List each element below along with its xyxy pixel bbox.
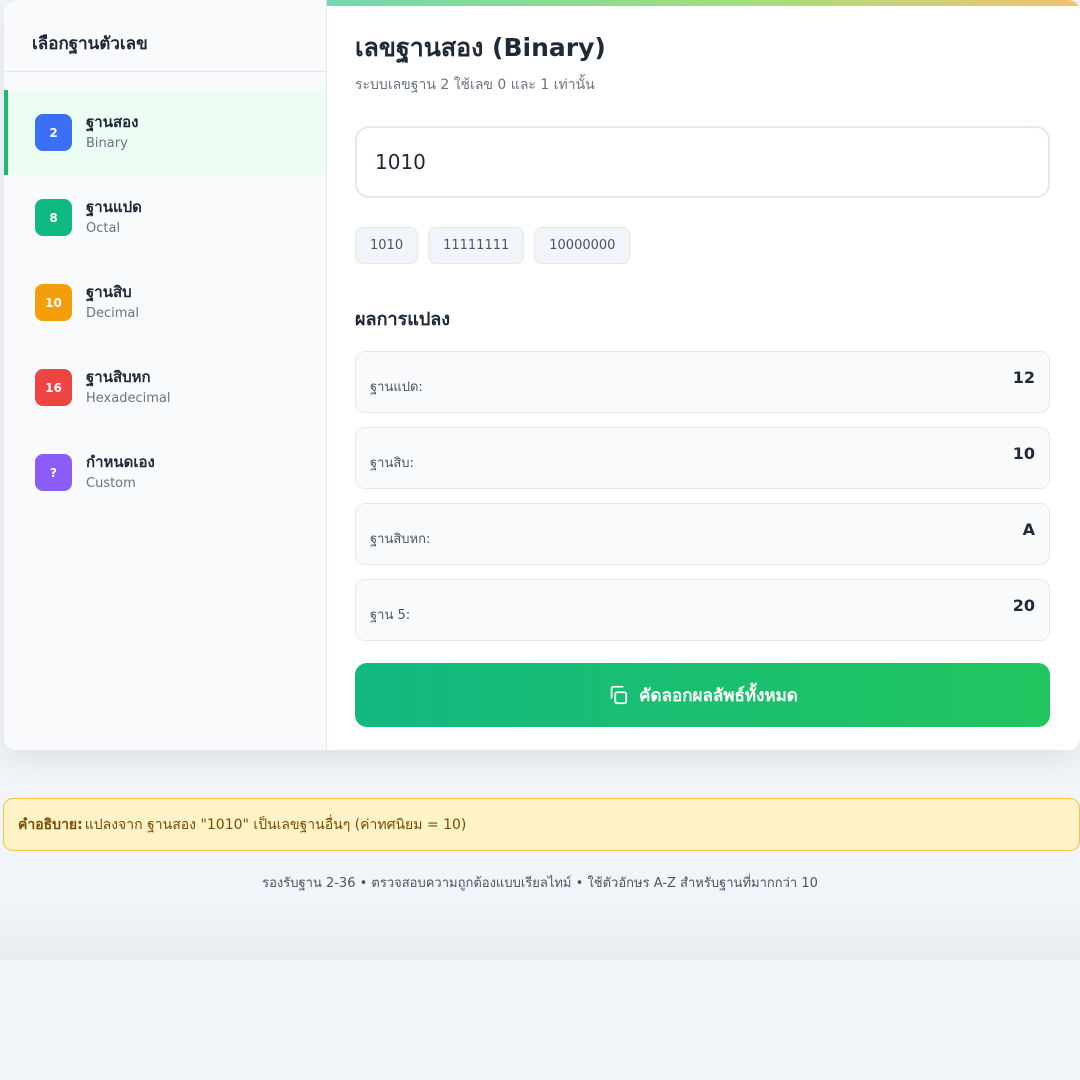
page-title: เลขฐานสอง (Binary) [355,33,606,62]
result-value: 20 [1012,596,1035,615]
example-chip[interactable]: 11111111 [428,227,525,264]
sidebar-item-sublabel: Decimal [86,306,140,321]
sidebar-item-label: ฐานสิบหก [86,368,151,386]
sidebar-item-decimal[interactable]: 10 ฐานสิบ Decimal [4,260,326,345]
result-row-base5: ฐาน 5: 20 [355,579,1050,641]
sidebar-item-label: ฐานแปด [86,198,142,216]
note-text: แปลงจาก ฐานสอง "1010" เป็นเลขฐานอื่นๆ (ค… [84,816,467,833]
custom-base-badge: ? [35,454,72,491]
base-16-badge: 16 [35,369,72,406]
result-value: A [1022,520,1035,539]
result-row-hexadecimal: ฐานสิบหก: A [355,503,1050,565]
example-chip[interactable]: 1010 [355,227,419,264]
footer-text: รองรับฐาน 2-36 • ตรวจสอบความถูกต้องแบบเร… [262,876,818,891]
sidebar-title: เลือกฐานตัวเลข [4,0,326,72]
base-2-badge: 2 [35,114,72,151]
sidebar-item-sublabel: Custom [86,476,136,491]
sidebar-item-sublabel: Octal [86,221,121,236]
result-row-octal: ฐานแปด: 12 [355,351,1050,413]
copy-icon [610,685,628,705]
sidebar-item-custom[interactable]: ? กำหนดเอง Custom [4,430,326,515]
number-input[interactable] [355,126,1050,198]
result-value: 10 [1012,444,1035,463]
sidebar-item-sublabel: Hexadecimal [86,391,171,406]
results-heading: ผลการแปลง [355,309,451,330]
converter-panel: เลขฐานสอง (Binary) ระบบเลขฐาน 2 ใช้เลข 0… [327,0,1080,750]
result-label: ฐาน 5: [370,608,411,623]
base-list: 2 ฐานสอง Binary 8 ฐานแปด Octal 10 ฐานสิบ… [4,90,326,515]
base-10-badge: 10 [35,284,72,321]
footer-band [0,905,1080,960]
result-row-decimal: ฐานสิบ: 10 [355,427,1050,489]
copy-button-label: คัดลอกผลลัพธ์ทั้งหมด [639,685,798,706]
sidebar-item-octal[interactable]: 8 ฐานแปด Octal [4,175,326,260]
result-value: 12 [1012,368,1035,387]
example-chip[interactable]: 10000000 [534,227,631,264]
result-label: ฐานแปด: [370,380,423,395]
explanation-note: คำอธิบาย: แปลงจาก ฐานสอง "1010" เป็นเลขฐ… [3,798,1080,851]
sidebar-item-binary[interactable]: 2 ฐานสอง Binary [4,90,326,175]
sidebar-item-sublabel: Binary [86,136,128,151]
result-label: ฐานสิบหก: [370,532,431,547]
note-label: คำอธิบาย: [18,816,83,833]
result-label: ฐานสิบ: [370,456,414,471]
copy-all-button[interactable]: คัดลอกผลลัพธ์ทั้งหมด [355,663,1050,727]
base-sidebar: เลือกฐานตัวเลข 2 ฐานสอง Binary 8 ฐานแปด … [4,0,327,750]
converter-card: เลือกฐานตัวเลข 2 ฐานสอง Binary 8 ฐานแปด … [4,0,1080,750]
results-list: ฐานแปด: 12 ฐานสิบ: 10 ฐานสิบหก: A ฐาน 5:… [355,351,1052,641]
sidebar-item-label: ฐานสอง [86,113,139,131]
sidebar-item-label: กำหนดเอง [86,453,155,471]
example-chips: 1010 11111111 10000000 [355,227,1052,264]
base-8-badge: 8 [35,199,72,236]
page-subtitle: ระบบเลขฐาน 2 ใช้เลข 0 และ 1 เท่านั้น [355,77,595,93]
sidebar-item-label: ฐานสิบ [86,283,132,301]
sidebar-item-hexadecimal[interactable]: 16 ฐานสิบหก Hexadecimal [4,345,326,430]
